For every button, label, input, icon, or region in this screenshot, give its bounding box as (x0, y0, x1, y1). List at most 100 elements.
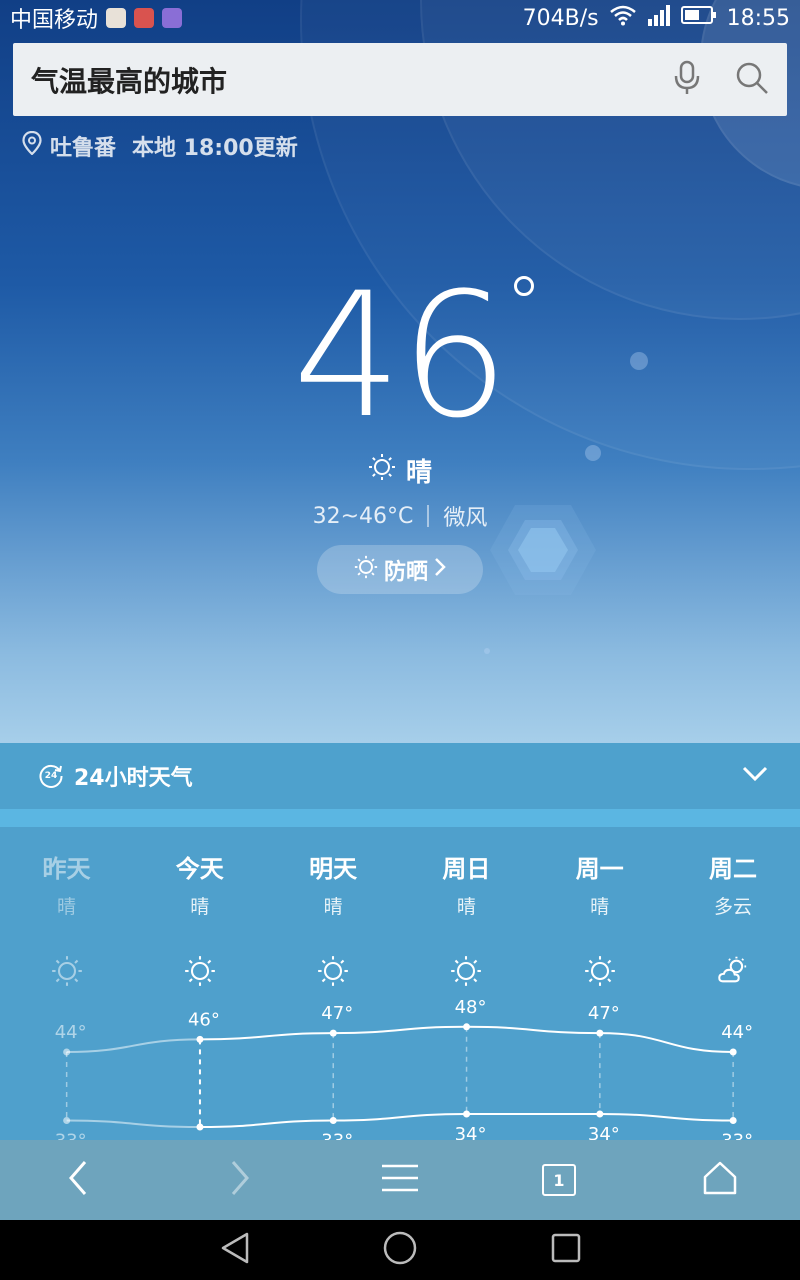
sun-icon (317, 955, 349, 991)
system-recents-button[interactable] (536, 1220, 596, 1280)
high-temperature-point (196, 1035, 204, 1043)
low-temperature-label: 34° (588, 1124, 620, 1140)
network-type: 3G (643, 0, 658, 3)
forecast-day-1[interactable]: 今天晴 (133, 827, 266, 986)
chevron-right-icon (230, 1160, 250, 1200)
circle-home-icon (383, 1231, 417, 1269)
low-temperature-point (596, 1110, 604, 1118)
forecast-day-name: 周日 (442, 855, 491, 883)
high-temperature-label: 47° (321, 1003, 353, 1024)
high-temperature-label: 47° (588, 1003, 620, 1024)
sun-icon (51, 955, 83, 991)
status-bar: 中国移动 704B/s 3G 18:55 (0, 0, 800, 36)
carrier-name: 中国移动 (10, 8, 99, 33)
forecast-day-condition: 多云 (713, 896, 752, 918)
forecast-day-5[interactable]: 周二 多云 (667, 827, 800, 983)
background-bubble (484, 648, 490, 654)
triangle-back-icon (220, 1232, 250, 1268)
chevron-right-icon (434, 557, 446, 583)
back-button[interactable] (38, 1140, 118, 1220)
search-input[interactable]: 气温最高的城市 (31, 60, 673, 100)
low-temperature-point (63, 1117, 71, 1124)
wifi-icon (609, 4, 637, 32)
hourly-weather-header[interactable]: 24 24小时天气 (0, 743, 800, 809)
tab-count: 1 (542, 1164, 576, 1196)
forecast-day-name: 今天 (175, 855, 224, 883)
forecast-day-name: 明天 (309, 855, 358, 883)
low-temperature-label: 33° (721, 1131, 753, 1141)
low-temperature-line-segment (66, 1119, 200, 1128)
low-temperature-point (729, 1117, 737, 1124)
degree-symbol (514, 276, 534, 296)
forecast-day-condition: 晴 (323, 896, 343, 918)
high-temperature-line-segment (66, 1038, 200, 1053)
high-temperature-point (63, 1048, 71, 1056)
location-row[interactable]: 吐鲁番 本地 18:00更新 (22, 130, 298, 162)
daily-forecast[interactable]: 44°33°46°32°47°33°48°34°47°34°44°33° 昨天晴… (0, 827, 800, 1140)
system-home-button[interactable] (370, 1220, 430, 1280)
location-pin-icon (22, 130, 42, 161)
home-icon (703, 1161, 737, 1199)
low-temperature-point (329, 1117, 337, 1124)
current-condition-row: 晴 (0, 452, 800, 489)
clock: 18:55 (726, 5, 790, 31)
forecast-day-4[interactable]: 周一晴 (533, 827, 666, 986)
high-temperature-line-segment (466, 1025, 600, 1035)
browser-toolbar: 1 (0, 1140, 800, 1220)
temperature-range: 32~46°C (312, 503, 414, 529)
low-temperature-line-segment (333, 1113, 467, 1122)
high-temperature-point (329, 1029, 337, 1037)
home-button[interactable] (680, 1140, 760, 1220)
high-temperature-line-segment (599, 1032, 734, 1053)
forecast-day-condition: 晴 (190, 896, 210, 918)
sun-icon (450, 955, 482, 991)
search-bar[interactable]: 气温最高的城市 (13, 43, 787, 116)
forecast-day-3[interactable]: 周日晴 (400, 827, 533, 986)
forecast-day-name: 周一 (575, 855, 624, 883)
current-condition: 晴 (405, 458, 432, 488)
forecast-day-name: 昨天 (42, 855, 91, 883)
high-temperature-line-segment (199, 1032, 334, 1041)
sunscreen-button[interactable]: 防晒 (317, 545, 483, 594)
signal-icon: 3G (643, 0, 671, 32)
forecast-day-0[interactable]: 昨天晴 (0, 827, 133, 986)
city-name: 吐鲁番 (50, 136, 117, 161)
high-temperature-label: 44° (55, 1022, 87, 1043)
wind-level: 微风 (443, 506, 488, 531)
gallery-icon (162, 8, 183, 28)
forecast-day-condition: 晴 (56, 896, 76, 918)
microphone-icon[interactable] (673, 60, 701, 100)
system-navigation-bar (0, 1220, 800, 1280)
search-icon[interactable] (735, 61, 769, 99)
low-temperature-label: 34° (455, 1124, 487, 1140)
high-temperature-point (463, 1023, 471, 1031)
high-temperature-label: 48° (455, 997, 487, 1018)
network-speed: 704B/s (522, 5, 599, 31)
low-temperature-point (463, 1110, 471, 1118)
forward-button[interactable] (200, 1140, 280, 1220)
sun-icon (368, 453, 396, 488)
low-temperature-point (196, 1123, 204, 1131)
current-temperature-block: 46 (0, 270, 800, 442)
update-time: 本地 18:00更新 (132, 136, 298, 161)
hamburger-icon (381, 1163, 419, 1197)
system-back-button[interactable] (205, 1220, 265, 1280)
high-temperature-label: 46° (188, 1009, 220, 1030)
forecast-day-name: 周二 (709, 855, 757, 883)
forecast-day-2[interactable]: 明天晴 (267, 827, 400, 986)
low-temperature-line-segment (599, 1113, 734, 1122)
menu-button[interactable] (360, 1140, 440, 1220)
warning-icon (134, 8, 155, 28)
current-temperature: 46 (292, 255, 510, 456)
section-divider (0, 809, 800, 827)
high-temperature-point (596, 1029, 604, 1037)
notification-app-icon (106, 8, 127, 28)
square-recents-icon (551, 1233, 581, 1267)
low-temperature-line-segment (199, 1119, 334, 1128)
clock-24-badge: 24 (44, 771, 58, 781)
chevron-down-icon[interactable] (742, 766, 768, 786)
battery-icon (680, 5, 717, 31)
high-temperature-label: 44° (721, 1022, 753, 1043)
low-temperature-label: 33° (55, 1131, 87, 1141)
tabs-button[interactable]: 1 (519, 1140, 599, 1220)
